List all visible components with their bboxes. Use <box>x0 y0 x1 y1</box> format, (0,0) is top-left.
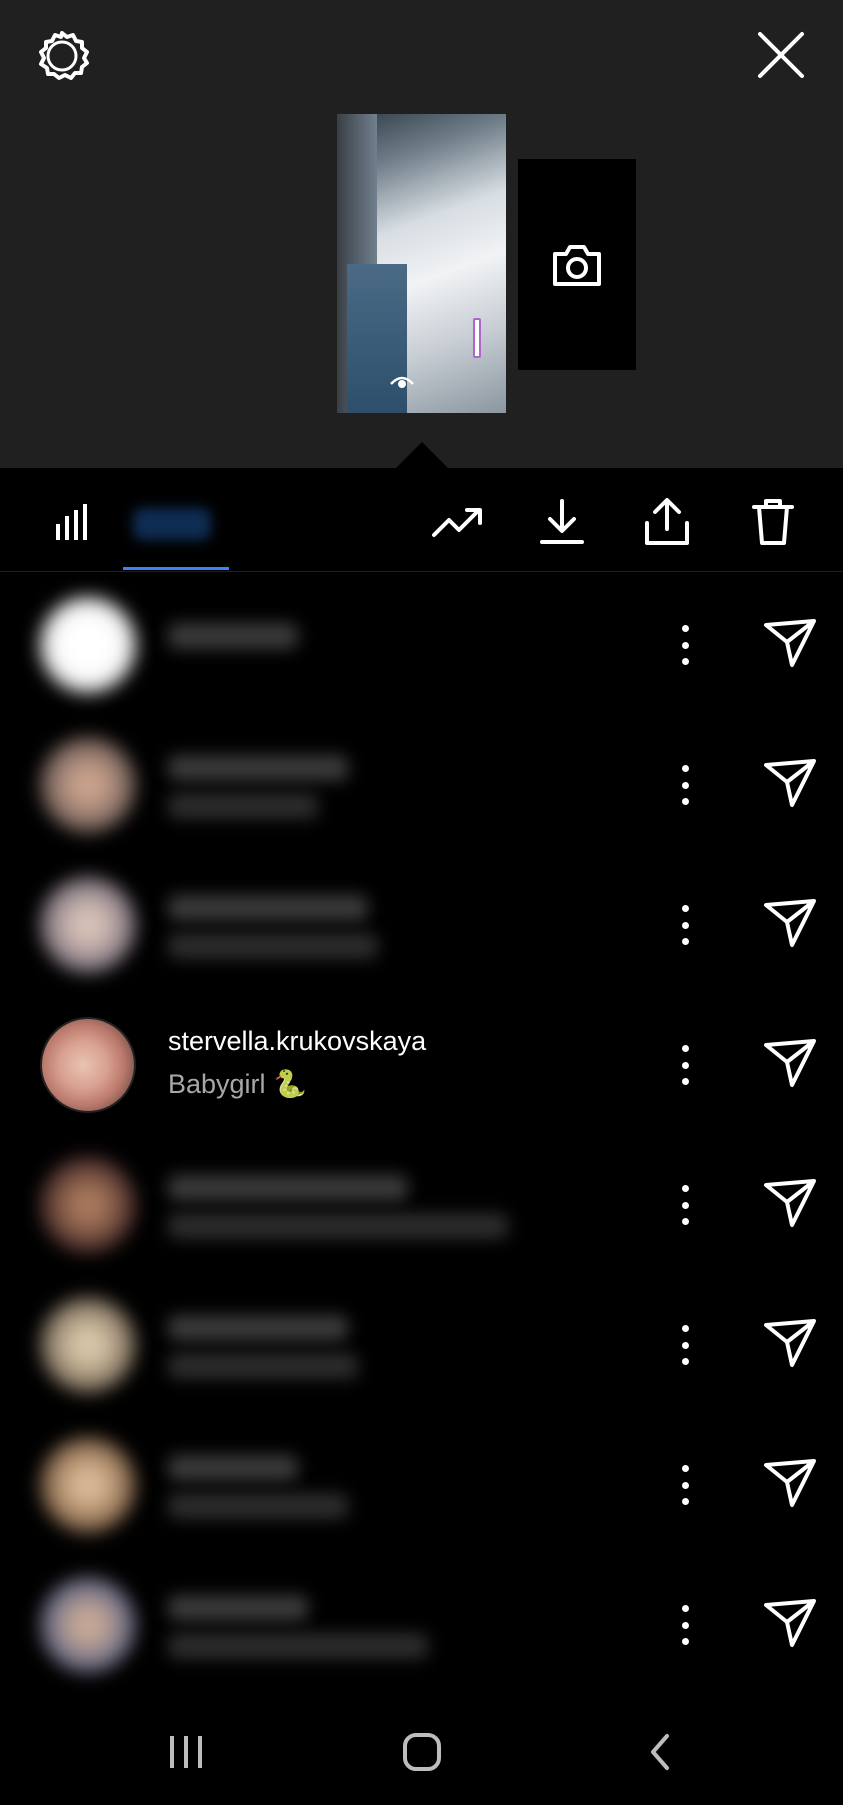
insights-button[interactable] <box>428 496 488 548</box>
preview-pointer <box>396 442 448 468</box>
delete-button[interactable] <box>748 496 798 548</box>
recents-icon <box>170 1736 202 1768</box>
download-button[interactable] <box>536 496 588 548</box>
more-options-button[interactable] <box>670 1319 700 1371</box>
download-icon <box>540 499 584 544</box>
send-message-icon[interactable] <box>762 1315 818 1371</box>
system-navigation-bar <box>0 1700 843 1805</box>
username-redacted <box>168 895 368 921</box>
more-options-button[interactable] <box>670 899 700 951</box>
avatar[interactable] <box>40 877 136 973</box>
back-button[interactable] <box>634 1726 686 1778</box>
viewer-row[interactable] <box>0 715 843 855</box>
viewer-username[interactable]: stervella.krukovskaya <box>168 1026 426 1057</box>
active-tab-indicator <box>123 567 229 570</box>
send-message-icon[interactable] <box>762 895 818 951</box>
send-message-icon[interactable] <box>762 615 818 671</box>
bio-redacted <box>168 933 378 959</box>
more-options-button[interactable] <box>670 759 700 811</box>
story-sticker <box>473 318 481 358</box>
trending-up-icon <box>432 508 482 537</box>
story-preview-area <box>0 0 843 468</box>
bio-redacted <box>168 1493 348 1519</box>
back-icon <box>651 1734 669 1770</box>
viewers-tab[interactable] <box>133 508 211 540</box>
stats-tab[interactable] <box>48 496 96 548</box>
settings-ring-icon <box>39 31 89 80</box>
viewers-list: stervella.krukovskaya Babygirl 🐍 <box>0 575 843 1695</box>
viewer-row[interactable] <box>0 1135 843 1275</box>
viewer-row[interactable] <box>0 1275 843 1415</box>
trash-icon <box>752 499 794 545</box>
viewer-row[interactable] <box>0 1415 843 1555</box>
home-icon <box>403 1733 441 1771</box>
bio-redacted <box>168 1353 358 1379</box>
username-redacted <box>168 1595 308 1621</box>
bio-redacted <box>168 793 318 819</box>
viewer-row[interactable] <box>0 855 843 995</box>
username-redacted <box>168 755 348 781</box>
viewer-row[interactable]: stervella.krukovskaya Babygirl 🐍 <box>0 995 843 1135</box>
share-icon <box>645 498 689 545</box>
avatar[interactable] <box>40 1297 136 1393</box>
settings-button[interactable] <box>30 24 94 88</box>
home-button[interactable] <box>396 1726 448 1778</box>
story-toolbar <box>0 468 843 572</box>
viewer-row[interactable] <box>0 575 843 715</box>
avatar[interactable] <box>40 1017 136 1113</box>
bio-redacted <box>168 1633 428 1659</box>
username-redacted <box>168 1455 298 1481</box>
send-message-icon[interactable] <box>762 1595 818 1651</box>
username-redacted <box>168 1315 348 1341</box>
bar-chart-icon <box>56 504 87 540</box>
username-redacted <box>168 1175 408 1201</box>
share-button[interactable] <box>640 496 694 548</box>
more-options-button[interactable] <box>670 619 700 671</box>
add-story-camera-button[interactable] <box>518 159 636 370</box>
recents-button[interactable] <box>160 1726 212 1778</box>
more-options-button[interactable] <box>670 1179 700 1231</box>
send-message-icon[interactable] <box>762 1035 818 1091</box>
camera-icon <box>553 244 601 286</box>
close-button[interactable] <box>748 22 814 88</box>
close-x-icon <box>758 32 804 78</box>
more-options-button[interactable] <box>670 1599 700 1651</box>
more-options-button[interactable] <box>670 1039 700 1091</box>
viewer-bio: Babygirl 🐍 <box>168 1069 307 1099</box>
avatar[interactable] <box>40 1577 136 1673</box>
send-message-icon[interactable] <box>762 755 818 811</box>
avatar[interactable] <box>40 1157 136 1253</box>
viewer-row[interactable] <box>0 1555 843 1695</box>
story-thumbnail[interactable] <box>337 114 506 413</box>
send-message-icon[interactable] <box>762 1455 818 1511</box>
send-message-icon[interactable] <box>762 1175 818 1231</box>
more-options-button[interactable] <box>670 1459 700 1511</box>
views-eye-icon <box>390 376 414 388</box>
avatar[interactable] <box>40 597 136 693</box>
username-redacted <box>168 623 298 649</box>
bio-redacted <box>168 1213 508 1239</box>
avatar[interactable] <box>40 737 136 833</box>
avatar[interactable] <box>40 1437 136 1533</box>
